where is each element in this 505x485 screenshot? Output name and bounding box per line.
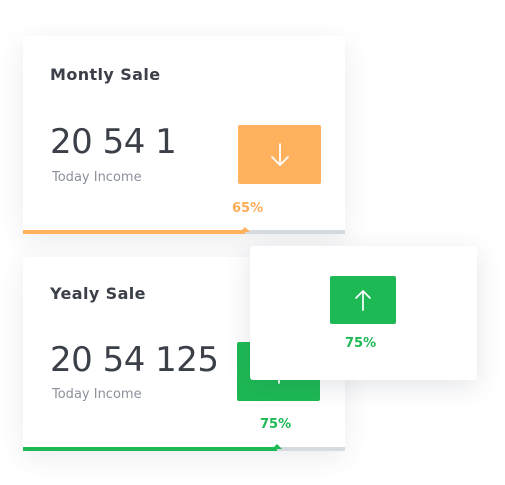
monthly-sale-card: Montly Sale 20 54 1 Today Income 65%: [23, 36, 345, 234]
percent-label: 75%: [260, 417, 292, 432]
arrow-down-icon: [270, 142, 289, 166]
value-caption: Today Income: [52, 170, 142, 185]
progress-marker: [240, 227, 250, 232]
trend-down-button[interactable]: [238, 125, 321, 184]
arrow-up-icon: [355, 290, 371, 311]
sale-value: 20 54 125: [50, 340, 219, 380]
progress-marker: [272, 444, 282, 449]
card-title: Yealy Sale: [50, 284, 146, 303]
percent-label: 65%: [232, 201, 264, 216]
value-caption: Today Income: [52, 387, 142, 402]
progress-fill: [23, 447, 277, 451]
progress-fill: [23, 230, 245, 234]
sale-value: 20 54 1: [50, 122, 177, 162]
mini-trend-card: 75%: [250, 246, 477, 380]
progress-bar: [23, 227, 345, 234]
trend-up-button[interactable]: [330, 276, 396, 324]
card-title: Montly Sale: [50, 65, 161, 84]
progress-bar: [23, 444, 345, 451]
percent-label: 75%: [345, 336, 377, 351]
